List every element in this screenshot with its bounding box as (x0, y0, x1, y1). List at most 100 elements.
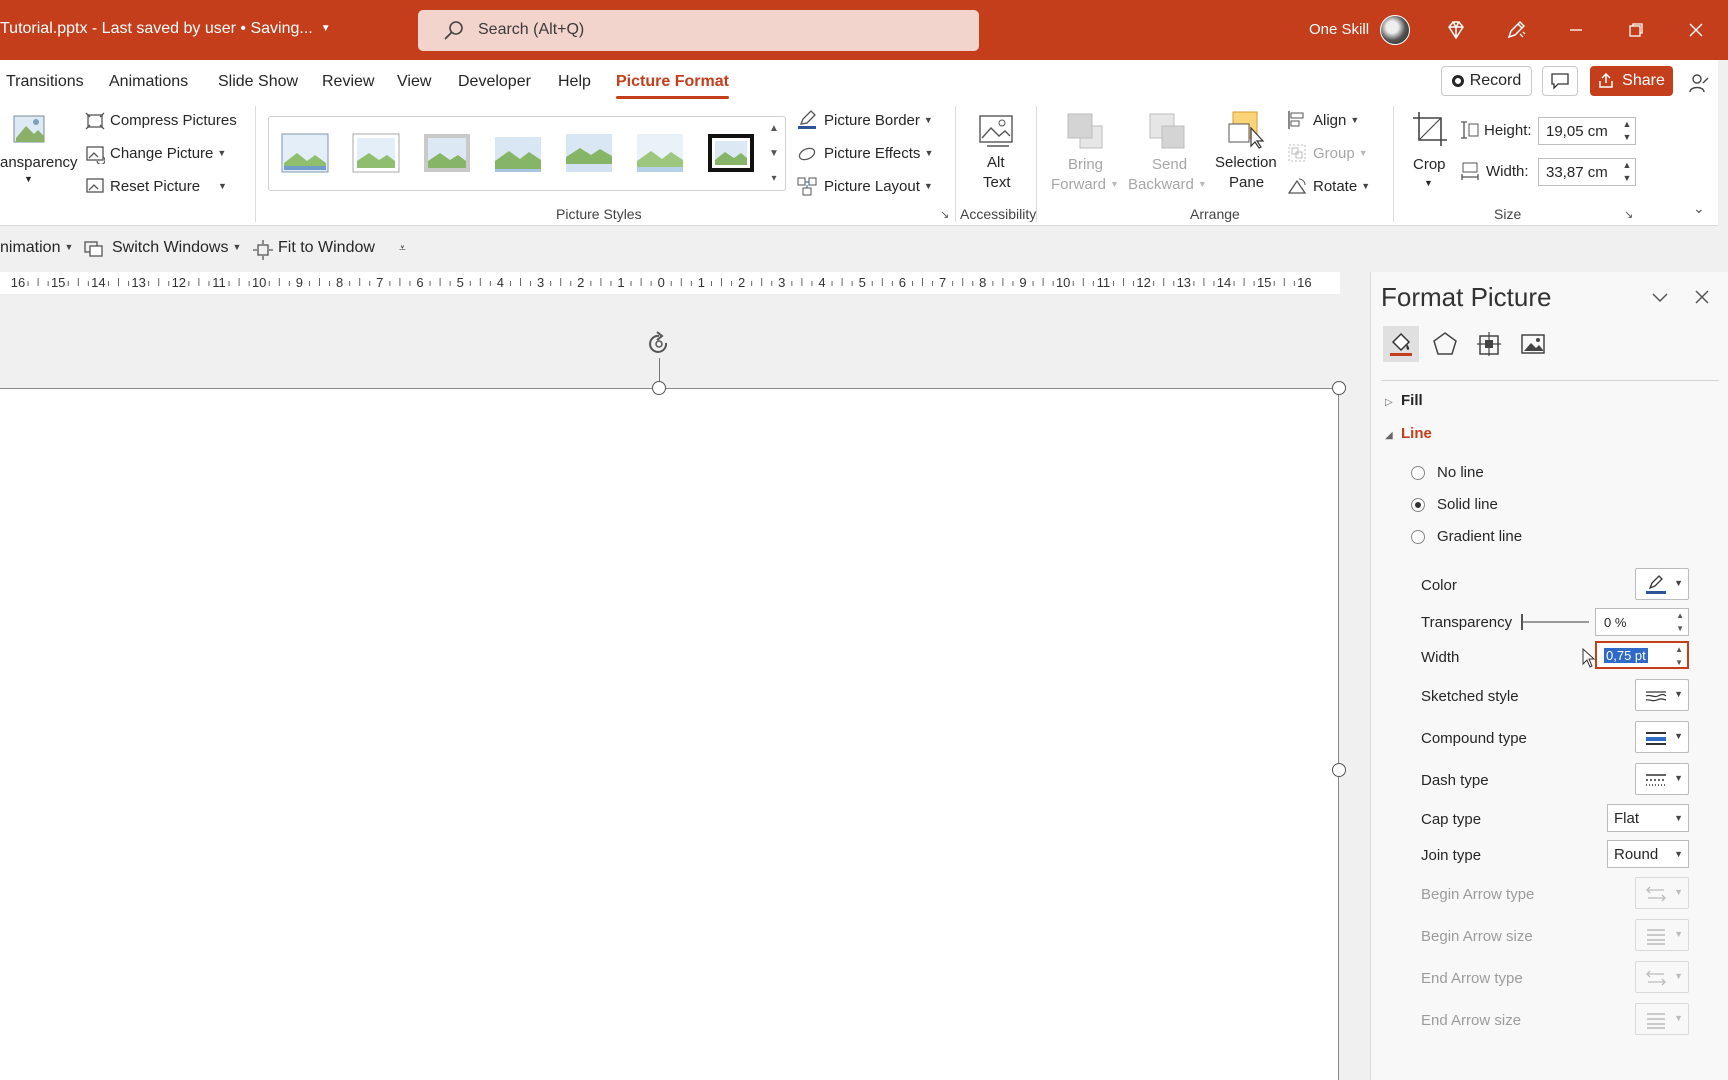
effects-tab[interactable] (1427, 326, 1463, 362)
line-width-input[interactable]: 0,75 pt ▲ ▼ (1595, 641, 1689, 669)
picture-style-thumb[interactable] (281, 133, 329, 173)
picture-style-thumb-selected[interactable] (707, 133, 755, 173)
pen-icon[interactable] (1504, 18, 1528, 42)
document-title[interactable]: Tutorial.pptx - Last saved by user • Sav… (0, 20, 331, 38)
minimize-icon[interactable] (1564, 18, 1588, 42)
radio-solid-line[interactable] (1411, 497, 1425, 512)
switch-windows-icon (84, 239, 104, 259)
share-button[interactable]: Share (1590, 66, 1673, 96)
chevron-down-icon[interactable]: ▼ (1424, 178, 1433, 188)
tab-picture-format[interactable]: Picture Format (616, 73, 729, 99)
pane-options-chevron-icon[interactable] (1649, 286, 1671, 308)
close-icon[interactable] (1684, 18, 1708, 42)
picture-effects-button[interactable]: Picture Effects ▼ (824, 145, 933, 162)
no-line-option[interactable]: No line (1411, 464, 1484, 481)
gallery-scroll-down-icon[interactable]: ▼ (762, 141, 786, 166)
tab-slide-show[interactable]: Slide Show (218, 73, 298, 91)
picture-border-button[interactable]: Picture Border ▼ (824, 112, 933, 129)
change-picture-button[interactable]: Change Picture ▼ (110, 145, 226, 162)
tab-help[interactable]: Help (558, 73, 591, 91)
spinner-icon[interactable]: ▲ ▼ (1676, 609, 1684, 635)
slide[interactable] (0, 388, 1339, 1080)
comments-button[interactable] (1542, 66, 1578, 96)
switch-windows-button[interactable]: Switch Windows ▼ (112, 239, 241, 257)
restore-icon[interactable] (1624, 18, 1648, 42)
customize-qat-icon[interactable]: ⩡ (399, 241, 406, 256)
resize-handle-top-right[interactable] (1332, 381, 1346, 395)
solid-line-option[interactable]: Solid line (1411, 496, 1498, 513)
line-color-dropdown[interactable]: ▼ (1635, 568, 1689, 600)
tab-review[interactable]: Review (322, 73, 374, 91)
dash-type-label: Dash type (1421, 772, 1489, 789)
gallery-scroll-up-icon[interactable]: ▲ (762, 116, 786, 141)
tab-developer[interactable]: Developer (458, 73, 531, 91)
height-input[interactable]: 19,05 cm ▲ ▼ (1538, 117, 1636, 145)
tab-transitions[interactable]: Transitions (6, 73, 84, 91)
rotate-handle-icon[interactable] (644, 330, 674, 360)
selection-pane-label-line1[interactable]: Selection (1215, 154, 1277, 171)
transparency-input[interactable]: 0 % ▲ ▼ (1595, 608, 1689, 636)
chevron-down-icon[interactable]: ▼ (24, 174, 33, 184)
pane-close-icon[interactable] (1691, 286, 1713, 308)
tab-view[interactable]: View (397, 73, 431, 91)
account-name[interactable]: One Skill (1309, 21, 1369, 38)
tab-animations[interactable]: Animations (109, 73, 188, 91)
ruler-tick-label: 11 (212, 275, 226, 290)
fill-line-tab[interactable] (1383, 326, 1419, 362)
alt-text-label-line2[interactable]: Text (983, 174, 1011, 191)
search-box[interactable]: Search (Alt+Q) (418, 10, 979, 51)
dash-type-dropdown[interactable]: ▼ (1635, 763, 1689, 795)
people-icon[interactable] (1688, 72, 1710, 94)
diamond-icon[interactable] (1444, 18, 1468, 42)
picture-layout-button[interactable]: Picture Layout ▼ (824, 178, 933, 195)
radio-gradient-line[interactable] (1411, 529, 1425, 544)
fit-to-window-button[interactable]: Fit to Window (278, 239, 375, 257)
align-button[interactable]: Align ▼ (1313, 112, 1359, 129)
sketched-style-dropdown[interactable]: ▼ (1635, 679, 1689, 711)
resize-handle-top[interactable] (652, 381, 666, 395)
crop-label[interactable]: Crop (1413, 156, 1446, 173)
radio-no-line[interactable] (1411, 465, 1425, 480)
join-type-dropdown[interactable]: Round ▼ (1607, 840, 1689, 868)
animation-qat-button[interactable]: nimation ▼ (0, 239, 73, 257)
spinner-icon[interactable]: ▲ ▼ (1675, 643, 1683, 669)
spinner-icon[interactable]: ▲ ▼ (1621, 118, 1633, 144)
ruler-tick-label: 6 (898, 275, 907, 290)
transparency-icon[interactable] (12, 112, 50, 146)
alt-text-label-line1[interactable]: Alt (987, 154, 1005, 171)
reset-picture-button[interactable]: Reset Picture ▼ (110, 178, 227, 195)
line-section-header[interactable]: ◢ Line (1385, 425, 1432, 442)
compress-pictures-button[interactable]: Compress Pictures (110, 112, 237, 129)
crop-icon[interactable] (1411, 110, 1449, 148)
compound-type-dropdown[interactable]: ▼ (1635, 721, 1689, 753)
gallery-more-icon[interactable]: ▾ (762, 166, 786, 191)
spinner-icon[interactable]: ▲ ▼ (1621, 159, 1633, 185)
dialog-launcher-icon[interactable]: ↘ (940, 208, 949, 221)
cap-type-dropdown[interactable]: Flat ▼ (1607, 804, 1689, 832)
collapse-ribbon-icon[interactable]: ⌄ (1693, 200, 1705, 217)
transparency-slider-thumb[interactable] (1521, 614, 1523, 630)
group-label: Group (1313, 145, 1355, 162)
picture-style-thumb[interactable] (494, 133, 542, 173)
transparency-slider[interactable] (1521, 621, 1589, 623)
alt-text-icon[interactable] (977, 112, 1017, 152)
picture-style-thumb[interactable] (565, 133, 613, 173)
selection-pane-label-line2[interactable]: Pane (1229, 174, 1264, 191)
selection-pane-icon[interactable] (1227, 110, 1265, 150)
picture-style-thumb[interactable] (636, 133, 684, 173)
size-properties-tab[interactable] (1471, 326, 1507, 362)
picture-tab[interactable] (1515, 326, 1551, 362)
rotate-button[interactable]: Rotate ▼ (1313, 178, 1370, 195)
resize-handle-right[interactable] (1332, 763, 1346, 777)
dialog-launcher-icon[interactable]: ↘ (1624, 208, 1633, 221)
gradient-line-option[interactable]: Gradient line (1411, 528, 1522, 545)
fill-section-header[interactable]: ▷ Fill (1385, 392, 1423, 409)
avatar[interactable] (1380, 15, 1410, 45)
record-button[interactable]: Record (1441, 66, 1532, 96)
transparency-label[interactable]: ansparency (0, 154, 78, 171)
picture-style-thumb[interactable] (423, 133, 471, 173)
picture-style-thumb[interactable] (352, 133, 400, 173)
width-input[interactable]: 33,87 cm ▲ ▼ (1538, 158, 1636, 186)
ruler-tick-label: 14 (1216, 275, 1232, 290)
ruler-tick-label: 5 (858, 275, 866, 290)
